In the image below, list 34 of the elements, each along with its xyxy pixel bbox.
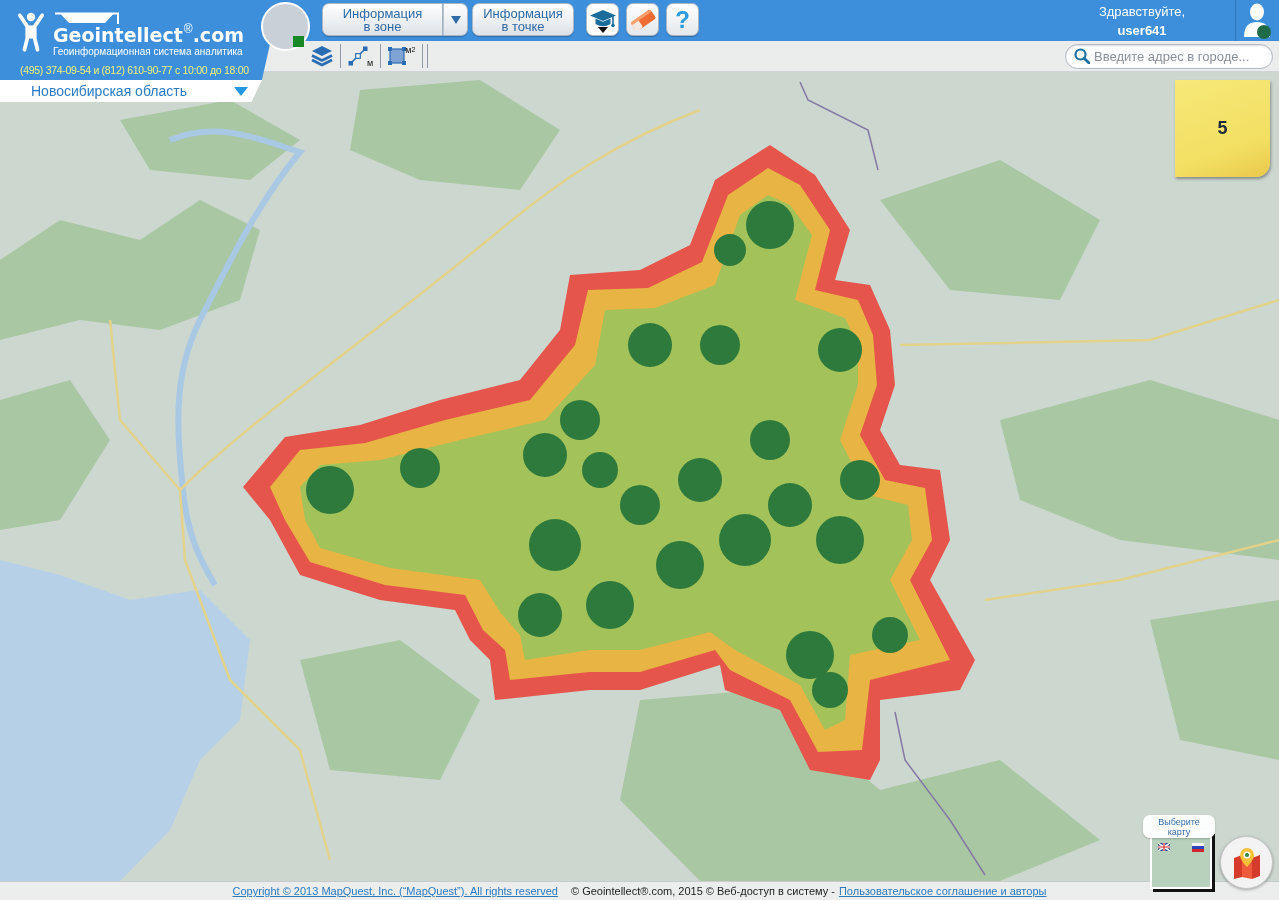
info-button[interactable]: Информация в зоне	[322, 3, 443, 36]
phone-text: (495) 374-09-54 и (812) 610-90-77 с 10:00 до 18:00	[20, 64, 249, 77]
mortarboard-icon	[55, 11, 119, 25]
eraser-icon	[629, 9, 656, 30]
logo-wordmark: Geointellect$^{®}$.com	[53, 23, 244, 46]
russian-flag-icon	[1192, 843, 1204, 852]
ruler-button[interactable]: м	[348, 44, 374, 68]
dropdown-button[interactable]	[443, 3, 468, 36]
ruler-icon	[348, 46, 368, 66]
agreement-link[interactable]: Пользовательское соглашение и авторы	[838, 884, 1047, 898]
british-flag-icon	[1158, 843, 1170, 851]
layers-icon	[311, 45, 333, 67]
user-name: user641	[1117, 22, 1167, 39]
area-button[interactable]: м$^{2}$	[388, 44, 416, 68]
person-logo-icon	[17, 12, 45, 52]
logo-tagline: Геоинформационная система аналитика	[53, 46, 244, 57]
caret-icon	[234, 86, 248, 96]
search-icon	[1074, 48, 1090, 64]
copyright-notice: © Geointellect®.com, 2015 © Веб-доступ в систему -	[570, 884, 835, 898]
area-icon	[388, 47, 407, 65]
info-button[interactable]: Информация в точке	[472, 3, 574, 36]
greeting-text: Здравствуйте,	[1098, 3, 1186, 20]
sticky-note[interactable]: 5	[1175, 80, 1270, 177]
layers-button[interactable]	[311, 44, 333, 68]
region-select[interactable]: Новосибирская область	[0, 80, 262, 102]
search-field[interactable]: Введите адрес в городе...	[1065, 43, 1273, 69]
cap-button[interactable]	[586, 3, 619, 36]
eraser-button[interactable]	[626, 3, 659, 36]
graduation-cap-icon	[589, 10, 616, 29]
copyright-link[interactable]: Copyright © 2013 MapQuest, Inc. (“MapQuest”). All rights reserved	[232, 884, 558, 898]
folded-map-icon	[1232, 846, 1261, 879]
map-chooser-label: Выберите карту	[1143, 815, 1215, 838]
help-button[interactable]: ?	[666, 3, 699, 36]
caret-icon	[450, 15, 461, 24]
